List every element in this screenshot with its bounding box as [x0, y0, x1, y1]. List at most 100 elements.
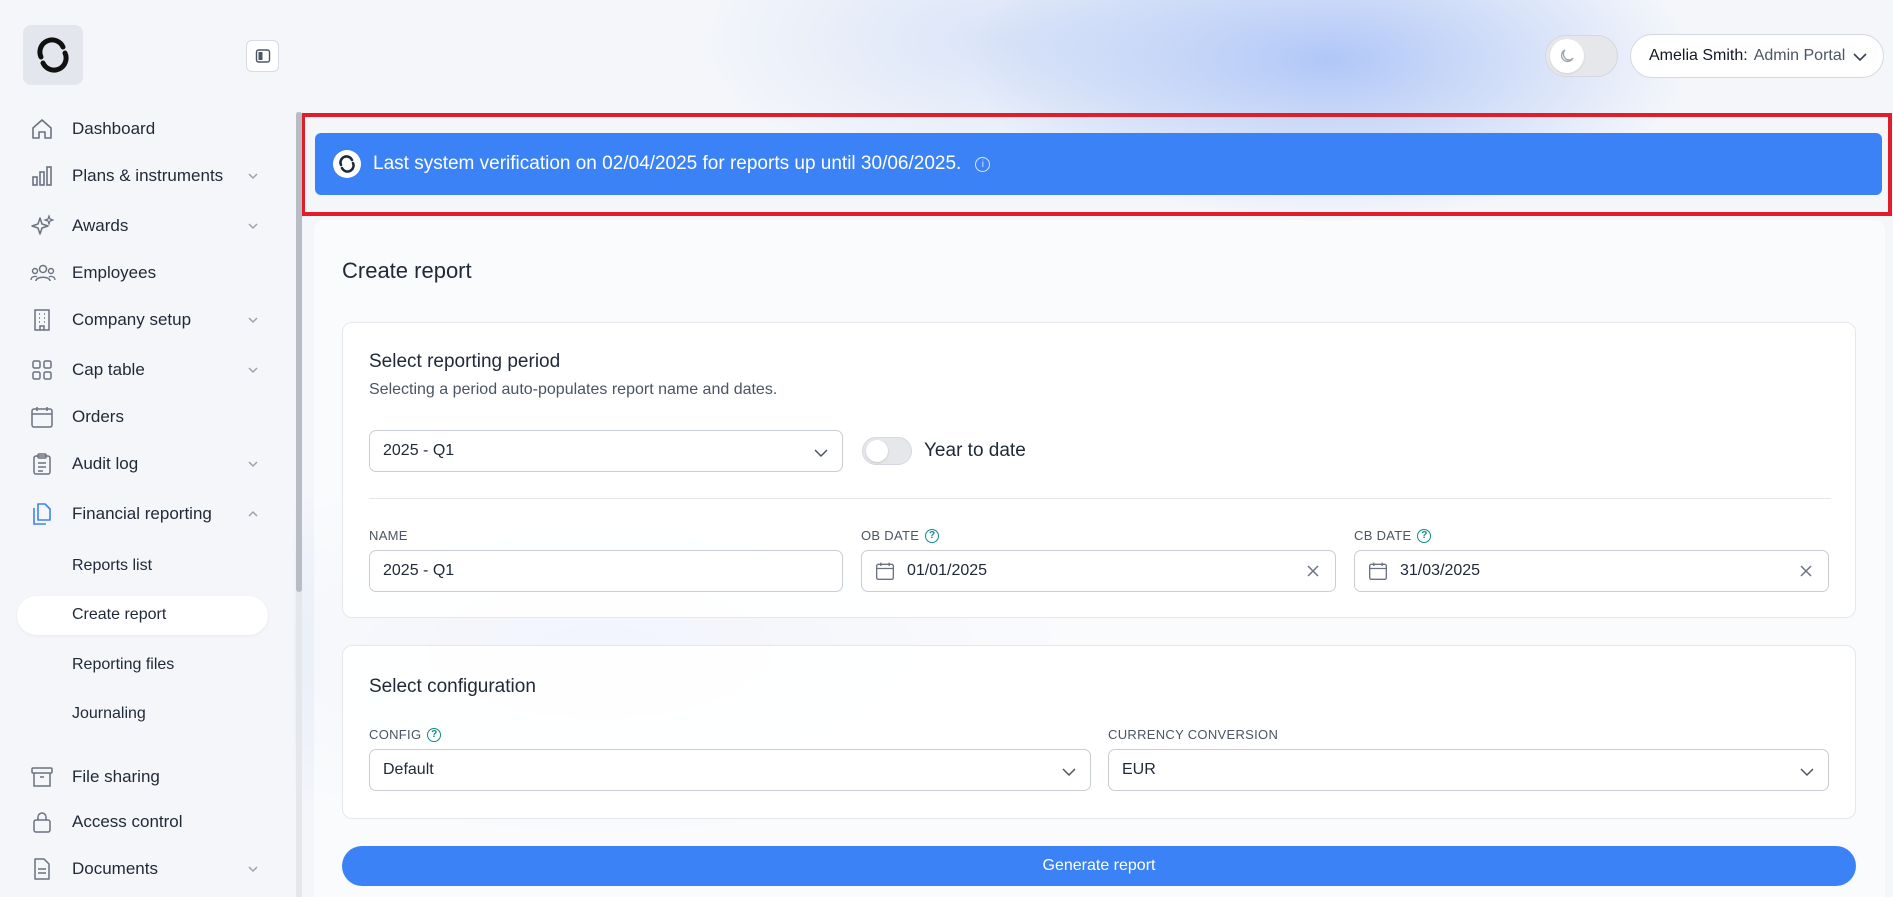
sidebar-item-label: Dashboard [72, 119, 156, 138]
sidebar-item-access-control[interactable]: Access control [30, 807, 260, 837]
sidebar-item-label: Documents [72, 859, 158, 878]
sparkles-icon [30, 213, 60, 239]
switch-knob [866, 440, 888, 462]
help-icon[interactable]: ? [925, 528, 940, 543]
currency-select[interactable]: EUR [1108, 749, 1829, 791]
sidebar-item-employees[interactable]: Employees [30, 258, 260, 288]
calendar-icon [1368, 561, 1388, 581]
name-label-text: NAME [369, 528, 408, 543]
period-select[interactable]: 2025 - Q1 [369, 430, 843, 472]
ob-date-value: 01/01/2025 [907, 562, 988, 579]
name-label: NAME [369, 528, 408, 543]
sidebar-item-label: Access control [72, 812, 183, 831]
sidebar-item-file-sharing[interactable]: File sharing [30, 762, 260, 792]
config-label-text: CONFIG [369, 727, 422, 742]
ob-date-label: OB DATE ? [861, 528, 940, 543]
chevron-down-icon [248, 317, 258, 324]
period-title: Select reporting period [369, 351, 561, 372]
chevron-down-icon [1800, 768, 1814, 777]
grid-icon [30, 357, 60, 383]
chevron-down-icon [1853, 53, 1867, 62]
sidebar-item-label: Financial reporting [72, 504, 212, 523]
home-icon [30, 116, 60, 142]
chevron-down-icon [814, 449, 828, 458]
generate-report-label: Generate report [1042, 857, 1156, 874]
configuration-panel: Select configuration CONFIG ? Default CU… [342, 645, 1856, 819]
calendar-icon [30, 404, 60, 430]
config-select-value: Default [383, 761, 434, 778]
sidebar-item-awards[interactable]: Awards [30, 211, 260, 241]
moon-icon [1550, 39, 1584, 73]
theme-toggle[interactable] [1545, 35, 1618, 77]
ob-date-input[interactable]: 01/01/2025 [861, 550, 1336, 592]
sidebar-item-label: Orders [72, 407, 124, 426]
user-menu-button[interactable]: Amelia Smith: Admin Portal [1630, 34, 1884, 78]
sidebar-item-financial-reporting[interactable]: Financial reporting [30, 499, 260, 529]
cb-date-input[interactable]: 31/03/2025 [1354, 550, 1829, 592]
config-title: Select configuration [369, 676, 536, 697]
year-to-date-label: Year to date [924, 440, 1026, 461]
cb-date-value: 31/03/2025 [1400, 562, 1481, 579]
sidebar-item-label: Plans & instruments [72, 166, 224, 185]
sidebar-scrollbar-thumb[interactable] [296, 112, 302, 592]
clipboard-icon [30, 451, 60, 477]
logo-icon [37, 37, 69, 73]
panel-toggle-icon [255, 49, 270, 63]
files-icon [30, 501, 60, 527]
reporting-period-panel: Select reporting period Selecting a peri… [342, 322, 1856, 618]
config-select[interactable]: Default [369, 749, 1091, 791]
help-icon[interactable]: ? [1417, 528, 1432, 543]
app-logo[interactable] [23, 25, 83, 85]
name-input-value: 2025 - Q1 [383, 562, 455, 579]
sidebar-item-label: Cap table [72, 360, 145, 379]
sidebar-item-label: Awards [72, 216, 129, 235]
clear-icon[interactable] [1798, 563, 1814, 579]
sidebar-collapse-button[interactable] [246, 40, 279, 72]
clear-icon[interactable] [1305, 563, 1321, 579]
help-icon[interactable]: ? [427, 727, 442, 742]
calendar-icon [875, 561, 895, 581]
sidebar-item-dashboard[interactable]: Dashboard [30, 114, 260, 144]
chevron-down-icon [1062, 768, 1076, 777]
bar-chart-icon [30, 163, 60, 189]
page-title: Create report [342, 258, 472, 283]
sidebar-subitem-reporting-files[interactable]: Reporting files [72, 656, 174, 674]
sidebar-item-orders[interactable]: Orders [30, 402, 260, 432]
chevron-down-icon [248, 461, 258, 468]
sidebar-item-label: File sharing [72, 767, 160, 786]
archive-icon [30, 764, 60, 790]
banner-text: Last system verification on 02/04/2025 f… [373, 153, 962, 174]
config-label: CONFIG ? [369, 727, 442, 742]
name-input[interactable]: 2025 - Q1 [369, 550, 843, 592]
generate-report-button[interactable]: Generate report [342, 846, 1856, 886]
sidebar: Dashboard Plans & instruments Awards Emp… [0, 0, 294, 897]
sidebar-subitem-reports-list[interactable]: Reports list [72, 557, 152, 575]
period-select-value: 2025 - Q1 [383, 442, 455, 459]
currency-select-value: EUR [1122, 761, 1156, 778]
cb-date-label: CB DATE ? [1354, 528, 1432, 543]
sidebar-item-documents[interactable]: Documents [30, 854, 260, 884]
sidebar-item-cap-table[interactable]: Cap table [30, 355, 260, 385]
currency-label-text: CURRENCY CONVERSION [1108, 727, 1279, 742]
info-icon[interactable]: i [975, 156, 991, 172]
sidebar-item-label: Employees [72, 263, 157, 282]
chevron-down-icon [248, 173, 258, 180]
user-name: Amelia Smith: [1649, 47, 1748, 64]
divider [369, 498, 1831, 499]
chevron-down-icon [248, 223, 258, 230]
document-icon [30, 856, 60, 882]
lock-icon [30, 809, 60, 835]
sidebar-item-company-setup[interactable]: Company setup [30, 305, 260, 335]
period-subtitle: Selecting a period auto-populates report… [369, 381, 778, 398]
cb-date-label-text: CB DATE [1354, 528, 1412, 543]
sidebar-item-plans[interactable]: Plans & instruments [30, 161, 260, 191]
sidebar-subitem-journaling[interactable]: Journaling [72, 705, 146, 723]
year-to-date-switch[interactable] [862, 437, 912, 465]
chevron-down-icon [248, 367, 258, 374]
sidebar-subitem-create-report[interactable]: Create report [72, 606, 166, 624]
user-role: Admin Portal [1753, 47, 1846, 64]
sidebar-item-audit-log[interactable]: Audit log [30, 449, 260, 479]
verification-banner: Last system verification on 02/04/2025 f… [315, 133, 1882, 195]
chevron-down-icon [248, 866, 258, 873]
users-icon [30, 260, 60, 286]
